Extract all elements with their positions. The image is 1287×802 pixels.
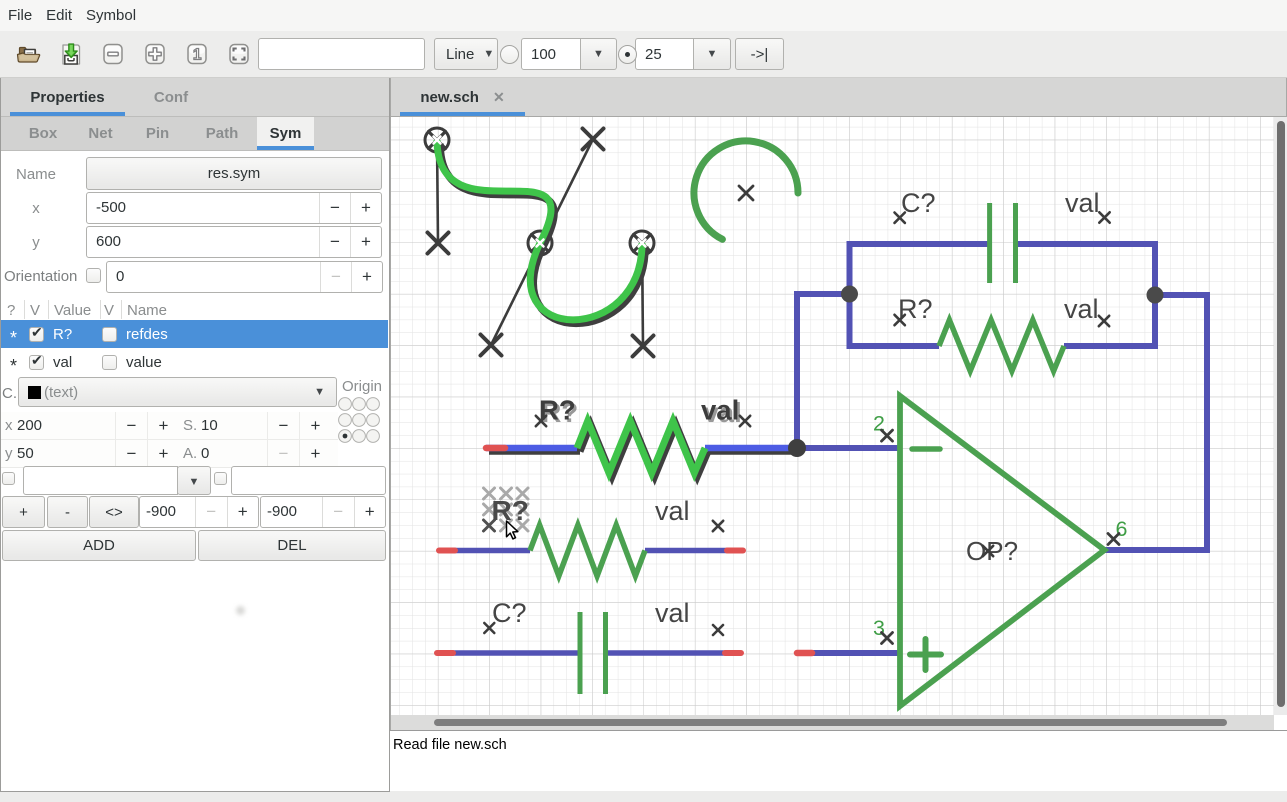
svg-text:1: 1 xyxy=(193,47,202,64)
svg-text:R?: R? xyxy=(539,395,576,426)
svg-text:val: val xyxy=(655,496,690,526)
svg-text:OP?: OP? xyxy=(966,536,1018,566)
svg-text:3: 3 xyxy=(873,616,885,640)
svg-text:val: val xyxy=(701,395,739,426)
svg-text:6: 6 xyxy=(1116,517,1128,541)
svg-text:val: val xyxy=(655,598,690,628)
svg-text:C?: C? xyxy=(492,598,527,628)
svg-text:R?: R? xyxy=(898,294,933,324)
svg-text:val: val xyxy=(1065,188,1100,218)
svg-text:C?: C? xyxy=(901,188,936,218)
svg-text:R?: R? xyxy=(492,495,529,526)
svg-text:val: val xyxy=(1064,294,1099,324)
